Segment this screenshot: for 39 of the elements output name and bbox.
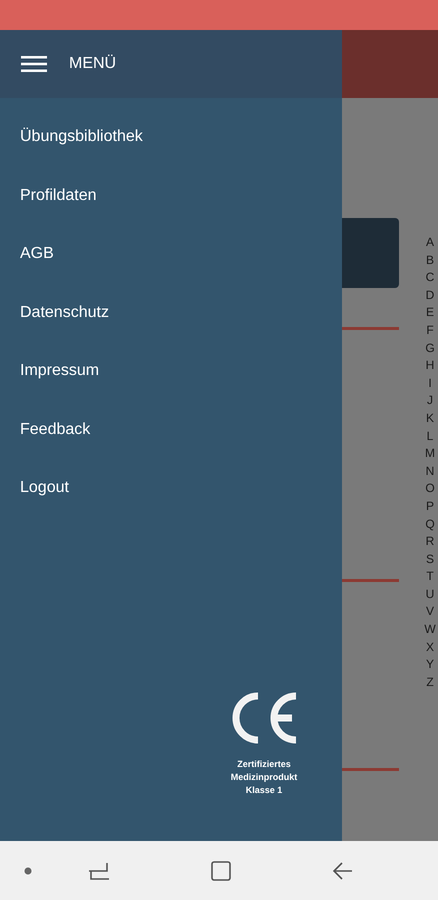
index-letter[interactable]: X [424, 638, 436, 656]
menu-item[interactable]: AGB [20, 242, 54, 300]
menu-item[interactable]: Impressum [20, 359, 100, 418]
index-letter[interactable]: Y [424, 656, 436, 674]
index-letter[interactable]: D [424, 286, 436, 304]
certification-text: Zertifiziertes Medizinprodukt Klasse 1 [230, 758, 298, 797]
index-letter[interactable]: H [424, 357, 436, 375]
menu-icon[interactable] [21, 55, 47, 73]
index-letter[interactable]: M [424, 445, 436, 463]
index-letter[interactable]: Q [424, 516, 436, 534]
index-letter[interactable]: Z [424, 674, 436, 692]
index-letter[interactable]: V [424, 603, 436, 622]
menu-item[interactable]: Feedback [20, 418, 90, 476]
index-letter[interactable]: N [424, 462, 436, 480]
menu-title: MENÜ [69, 54, 116, 74]
index-letter[interactable]: F [424, 322, 436, 340]
index-letter[interactable]: L [424, 428, 436, 446]
home-icon[interactable] [210, 860, 232, 882]
menu-item[interactable]: Logout [20, 476, 69, 534]
index-letter[interactable]: R [424, 533, 436, 551]
index-letter[interactable]: G [424, 340, 436, 358]
dot-icon[interactable] [24, 866, 32, 874]
menu-item[interactable]: Profildaten [20, 184, 96, 242]
index-letter[interactable]: O [424, 480, 436, 498]
index-letter[interactable]: P [424, 498, 436, 516]
index-letter[interactable]: A [424, 234, 436, 252]
index-letter[interactable]: C [424, 269, 436, 287]
back-icon[interactable] [332, 860, 354, 882]
index-letter[interactable]: E [424, 304, 436, 322]
menu-item[interactable]: Übungsbibliothek [20, 125, 143, 184]
index-letter[interactable]: W [424, 621, 436, 639]
index-letter[interactable]: J [424, 392, 436, 410]
index-letter[interactable]: K [424, 410, 436, 428]
index-letter[interactable]: B [424, 252, 436, 270]
index-letter[interactable]: I [424, 374, 436, 392]
index-letter[interactable]: U [424, 586, 436, 604]
index-letter[interactable]: S [424, 550, 436, 568]
menu-item[interactable]: Datenschutz [20, 300, 109, 359]
index-letter[interactable]: T [424, 568, 436, 586]
